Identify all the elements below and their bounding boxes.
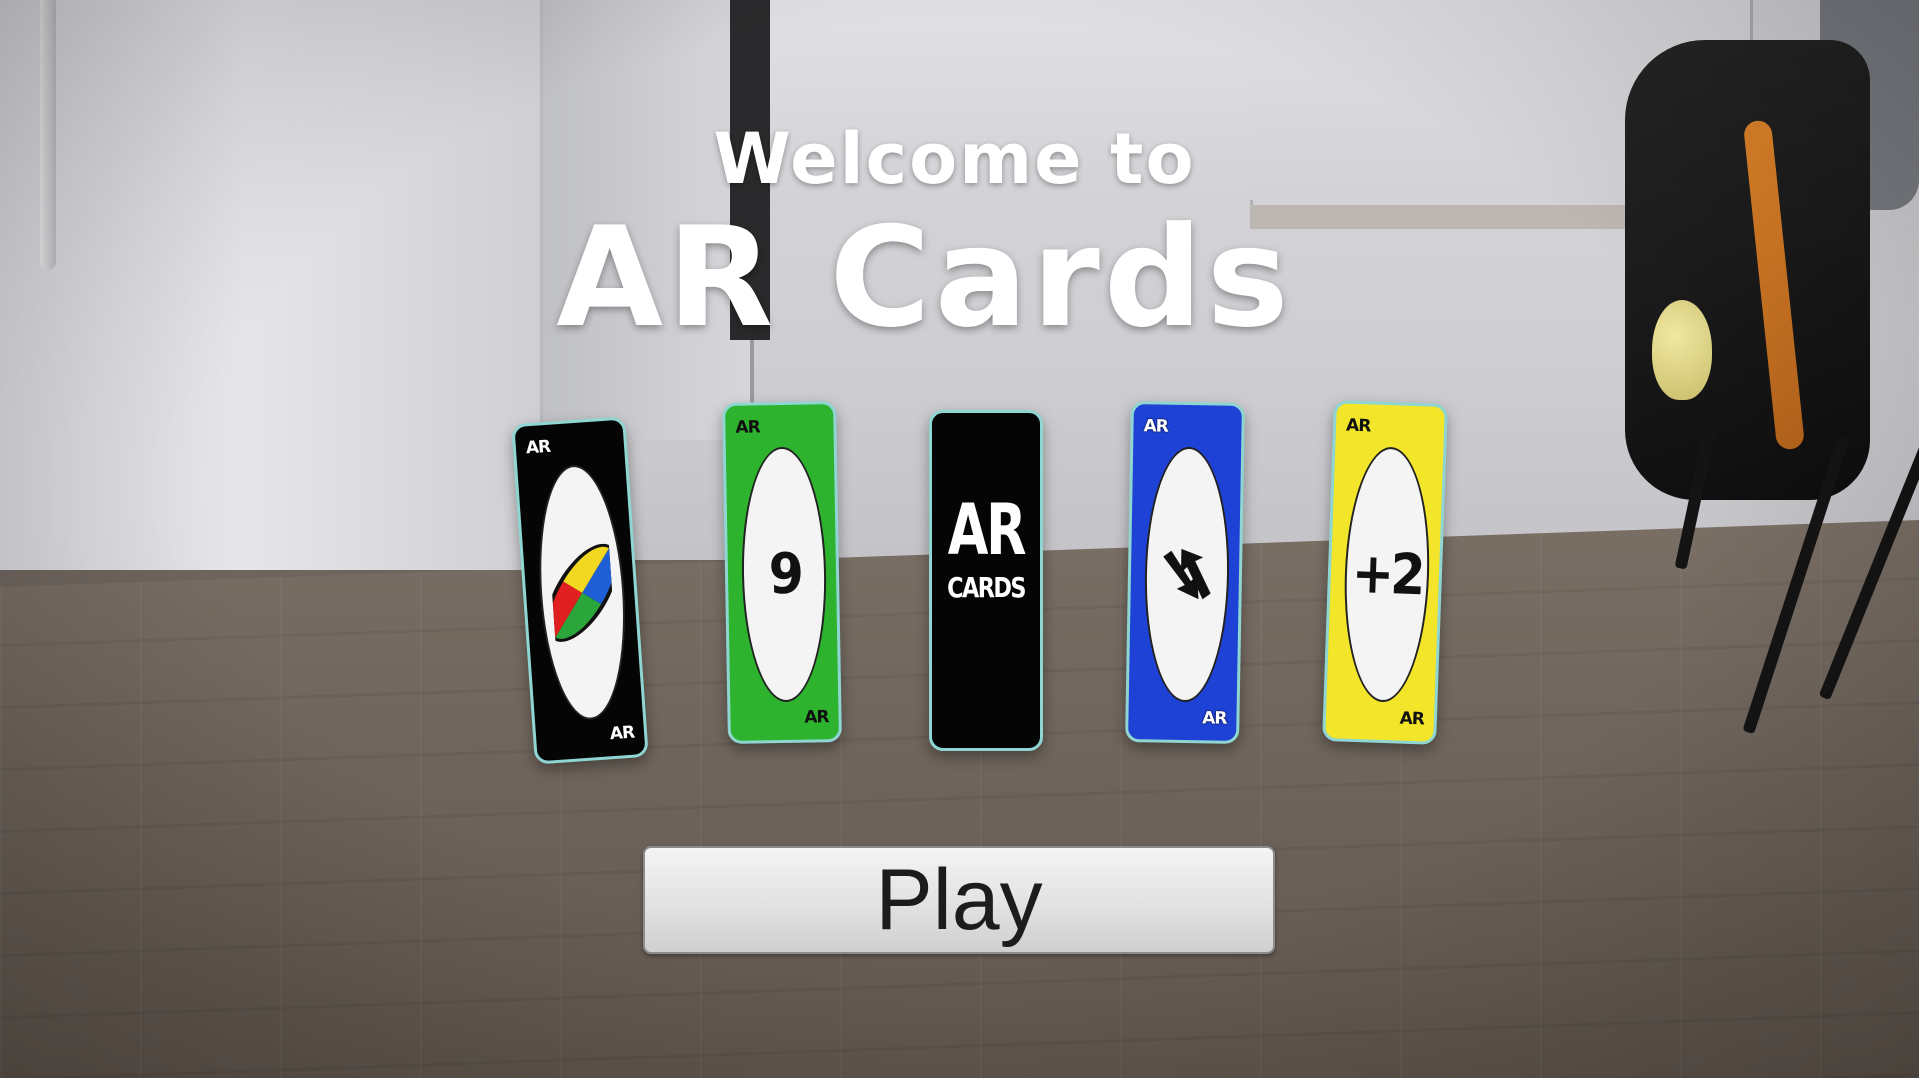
card-back-logo: AR CARDS [932,493,1040,604]
card-corner-label: AR [525,436,551,459]
card-corner-label: AR [1399,708,1425,730]
card-value: +2 [1350,540,1424,609]
card-oval [531,462,633,723]
card-value: 9 [767,541,801,608]
card-oval: 9 [739,446,829,703]
play-button[interactable]: Play [643,846,1275,954]
app-title: AR Cards [0,208,1919,348]
welcome-label: Welcome to [713,118,1196,200]
nine-card: AR 9 AR [722,401,842,744]
card-back-subtitle: CARDS [947,571,1026,604]
wild-color-wheel-icon [547,543,617,642]
card-corner-label: AR [1143,416,1168,437]
card-oval: +2 [1340,445,1434,704]
card-corner-label: AR [1202,708,1227,729]
card-corner-label: AR [609,722,635,745]
card-corner-label: AR [735,417,760,438]
reverse-card: AR AR [1125,401,1245,744]
draw-two-card: AR +2 AR [1322,400,1448,745]
app-title-label: AR Cards [556,197,1293,358]
card-corner-label: AR [1345,415,1371,437]
card-back: AR CARDS [929,410,1043,751]
card-oval [1142,446,1232,703]
wild-card: AR AR [511,416,649,765]
card-corner-label: AR [804,707,829,728]
reverse-arrows-icon [1163,548,1211,599]
welcome-text: Welcome to [0,118,1919,200]
play-button-label: Play [875,851,1043,948]
card-back-title: AR [947,489,1027,571]
